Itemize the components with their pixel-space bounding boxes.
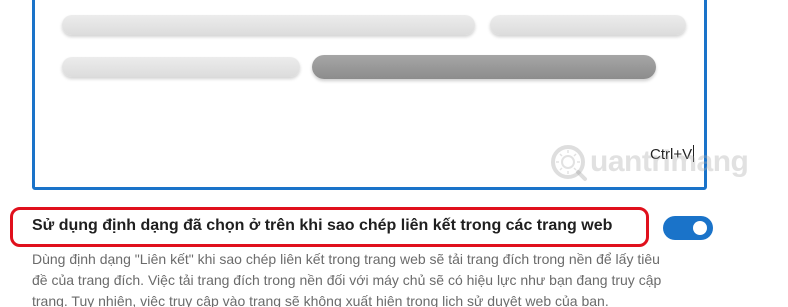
paste-shortcut-label: Ctrl+V <box>650 146 693 163</box>
setting-description: Dùng định dạng "Liên kết" khi sao chép l… <box>32 249 732 307</box>
placeholder-text-bar <box>490 15 686 35</box>
placeholder-text-bar <box>62 57 300 77</box>
settings-page: Ctrl+V uantrimang Sử dụng định dạng đã c… <box>0 0 788 307</box>
toggle-knob <box>693 221 707 235</box>
description-line: đề của trang đích. Việc tải trang đích t… <box>32 272 662 288</box>
text-cursor-icon <box>693 145 695 162</box>
selected-link-bar <box>312 55 656 79</box>
paste-format-preview: Ctrl+V <box>32 0 707 190</box>
copy-link-format-setting: Sử dụng định dạng đã chọn ở trên khi sao… <box>0 200 788 252</box>
description-line: trang. Tuy nhiên, việc truy cập vào tran… <box>32 293 609 307</box>
setting-toggle[interactable] <box>663 216 713 240</box>
placeholder-text-bar <box>62 15 475 35</box>
paste-shortcut: Ctrl+V <box>650 145 695 163</box>
description-line: Dùng định dạng "Liên kết" khi sao chép l… <box>32 251 660 267</box>
setting-label: Sử dụng định dạng đã chọn ở trên khi sao… <box>32 217 613 234</box>
